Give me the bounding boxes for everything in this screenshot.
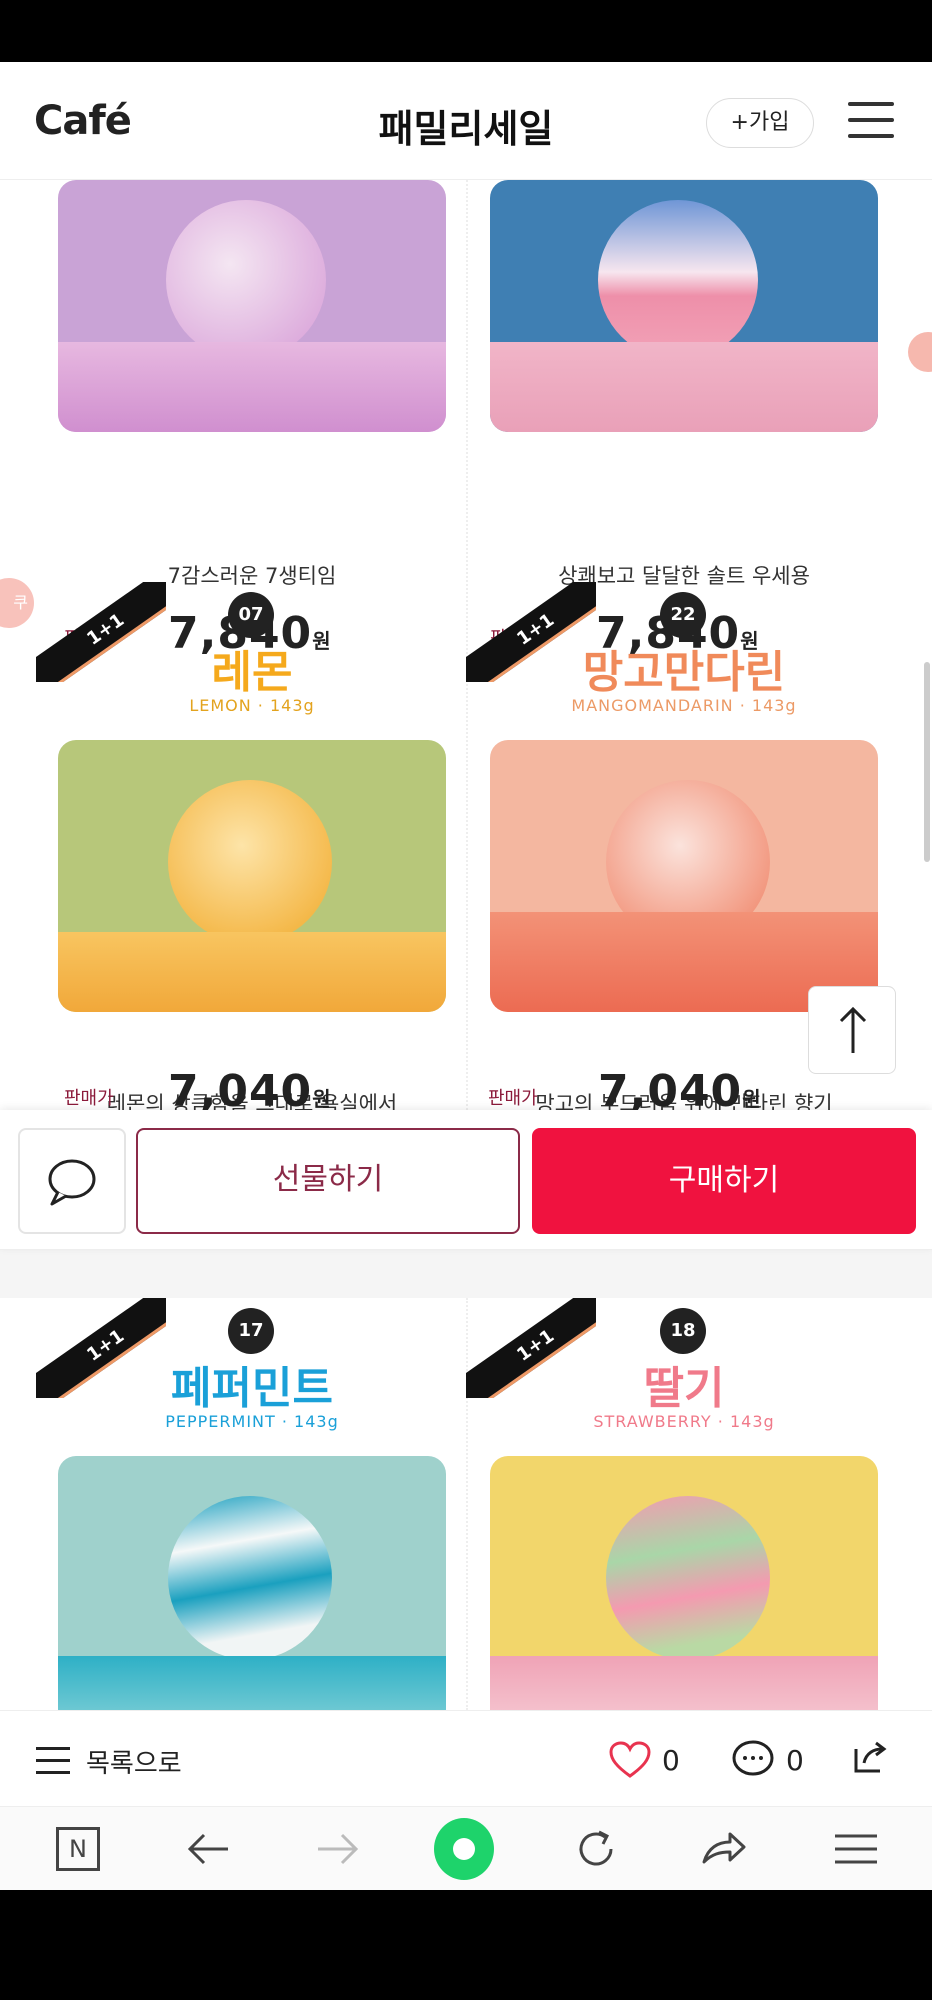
naver-home-icon: N — [56, 1827, 100, 1871]
join-button[interactable]: +가입 — [706, 98, 814, 148]
app-header: Café 패밀리세일 +가입 — [0, 62, 932, 180]
hamburger-icon[interactable] — [848, 102, 894, 142]
like-button[interactable]: 0 — [608, 1735, 680, 1785]
refresh-icon — [579, 1830, 613, 1866]
product-card[interactable]: 1+1 07 레몬 LEMON · 143g 레몬의 상큼함을 그대로 욕실에서 — [0, 582, 466, 1116]
scrollbar[interactable] — [924, 662, 930, 862]
status-bar — [0, 0, 932, 62]
product-card[interactable]: 상쾌보고 달달한 솔트 우세용 판매가 7,840원 — [466, 180, 878, 659]
product-name: 딸기 — [643, 1363, 725, 1414]
like-count: 0 — [662, 1743, 680, 1777]
naver-home-button[interactable]: N — [48, 1821, 108, 1877]
list-icon[interactable] — [36, 1747, 70, 1777]
gift-button[interactable]: 선물하기 — [136, 1128, 520, 1234]
menu-icon — [835, 1834, 877, 1864]
product-name-english: LEMON · 143g — [189, 696, 315, 715]
price-label: 판매가 — [488, 1088, 538, 1109]
product-name-english: MANGOMANDARIN · 143g — [571, 696, 797, 715]
system-nav-area — [0, 1890, 932, 2000]
share-icon[interactable] — [850, 1737, 890, 1777]
arrow-up-icon — [839, 1006, 867, 1053]
buy-button[interactable]: 구매하기 — [532, 1128, 916, 1234]
chat-button[interactable] — [18, 1128, 126, 1234]
product-number: 07 — [228, 592, 274, 638]
product-number: 22 — [660, 592, 706, 638]
forward-arrow-icon — [318, 1833, 359, 1865]
back-to-list-link[interactable]: 목록으로 — [86, 1743, 182, 1780]
product-card[interactable]: 1+1 18 딸기 STRAWBERRY · 143g — [466, 1298, 932, 1710]
product-image — [490, 1456, 878, 1710]
scroll-to-top-button[interactable] — [808, 986, 896, 1074]
refresh-button[interactable] — [566, 1821, 626, 1877]
price-label: 판매가 — [64, 1088, 114, 1109]
product-image — [490, 180, 878, 432]
product-name-english: STRAWBERRY · 143g — [593, 1412, 775, 1431]
section-gap — [0, 1250, 932, 1298]
browser-share-button[interactable] — [694, 1821, 754, 1877]
back-arrow-icon — [187, 1833, 228, 1865]
green-dot-button[interactable] — [434, 1818, 494, 1880]
product-image — [490, 740, 878, 1012]
back-button[interactable] — [178, 1821, 238, 1877]
product-card[interactable]: 1+1 17 페퍼민트 PEPPERMINT · 143g — [0, 1298, 466, 1710]
product-image — [58, 740, 446, 1012]
product-card[interactable]: 7감스러운 7생티임 판매가 7,840원 — [0, 180, 446, 659]
product-name: 망고만다린 — [582, 647, 786, 698]
forward-button[interactable] — [308, 1821, 368, 1877]
product-image — [58, 180, 446, 432]
product-number: 18 — [660, 1308, 706, 1354]
heart-icon — [609, 1741, 651, 1778]
product-name-english: PEPPERMINT · 143g — [165, 1412, 339, 1431]
product-name: 레몬 — [211, 647, 293, 698]
browser-share-icon — [702, 1832, 746, 1864]
comment-count: 0 — [786, 1743, 804, 1777]
browser-menu-button[interactable] — [826, 1821, 886, 1877]
chat-icon — [48, 1159, 96, 1206]
green-dot-icon — [434, 1818, 494, 1880]
product-name: 페퍼민트 — [171, 1363, 333, 1414]
product-image — [58, 1456, 446, 1710]
browser-toolbar: N — [0, 1806, 932, 1890]
side-decoration — [908, 332, 932, 372]
product-number: 17 — [228, 1308, 274, 1354]
purchase-action-bar: 선물하기 구매하기 — [0, 1110, 932, 1250]
product-grid: 1+1 17 페퍼민트 PEPPERMINT · 143g 1+1 18 딸기 … — [0, 1298, 932, 1710]
comment-button[interactable]: 0 — [730, 1735, 804, 1785]
app-screen: Café 패밀리세일 +가입 7감스러운 7생티임 판매가 7,840원 상쾌보… — [0, 62, 932, 1890]
post-footer-bar: 목록으로 0 0 — [0, 1710, 932, 1806]
comment-icon — [732, 1740, 774, 1776]
